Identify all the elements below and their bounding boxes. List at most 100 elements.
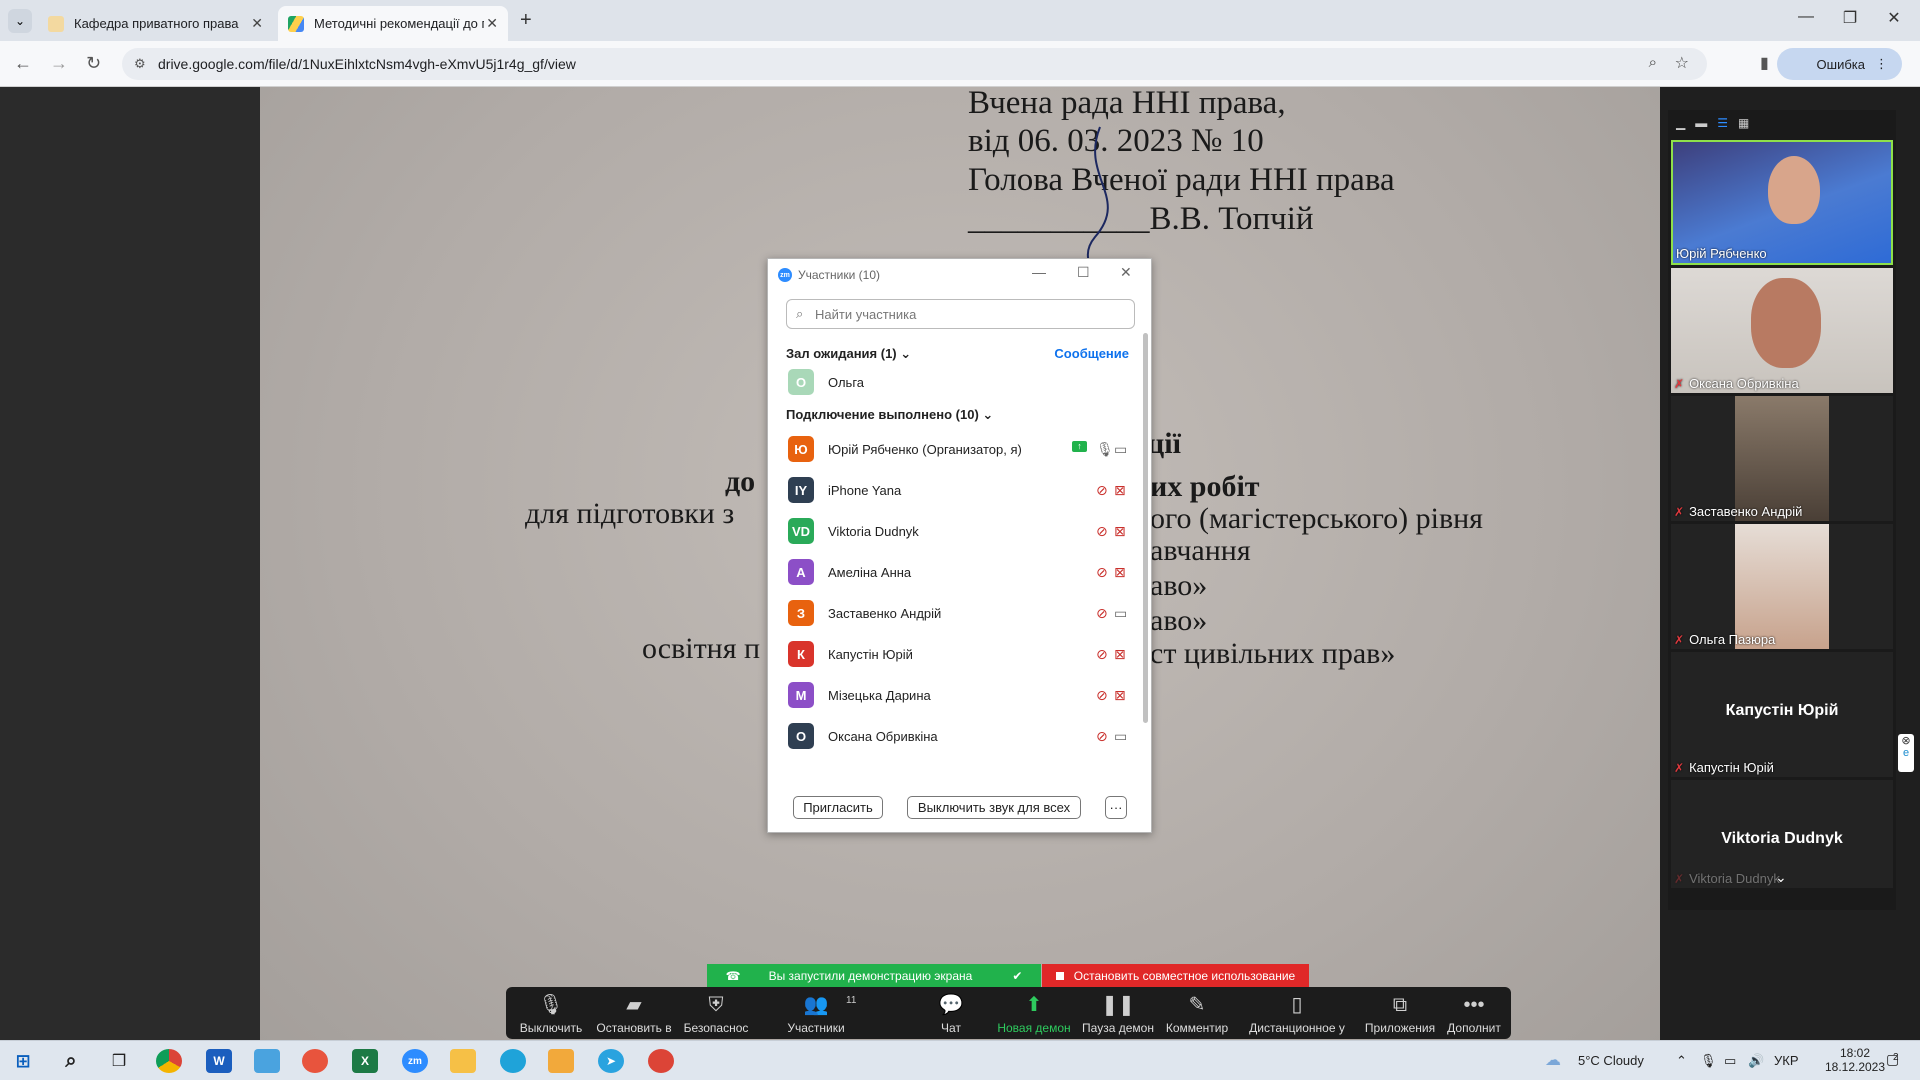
mic-muted-icon[interactable]: ⊘ bbox=[1096, 687, 1108, 704]
url-field[interactable]: ⚙ drive.google.com/file/d/1NuxEihlxtcNsm… bbox=[122, 48, 1707, 80]
chrome-profile-icon[interactable] bbox=[648, 1049, 674, 1073]
word-icon[interactable]: W bbox=[206, 1049, 232, 1073]
tab-kafedra[interactable]: Кафедра приватного права ✕ bbox=[38, 6, 273, 41]
reload-icon[interactable]: ↻ bbox=[86, 53, 101, 74]
participants-button[interactable]: 👥 Участники bbox=[776, 987, 856, 1039]
dialog-scrollbar[interactable] bbox=[1143, 333, 1148, 723]
chat-button[interactable]: 💬 Чат bbox=[926, 987, 976, 1039]
view-switcher[interactable]: ▁ ▬ ☰ ▦ bbox=[1676, 116, 1749, 130]
mic-muted-icon[interactable]: ⊘ bbox=[1096, 523, 1108, 540]
forward-icon[interactable]: → bbox=[50, 53, 68, 74]
stop-share-button[interactable]: Остановить совместное использование bbox=[1042, 964, 1309, 987]
tray-mic-icon[interactable]: 🎙 bbox=[1700, 1053, 1717, 1069]
pause-share-button[interactable]: ❚❚ Пауза демон bbox=[1080, 987, 1156, 1039]
mic-muted-icon[interactable]: ⊘ bbox=[1096, 605, 1108, 622]
security-button[interactable]: ⛨ Безопаснос bbox=[680, 987, 752, 1039]
participant-row[interactable]: Ю Юрій Рябченко (Организатор, я) ↑ 🎙 ▭ bbox=[788, 434, 1127, 464]
close-icon[interactable]: ✕ bbox=[486, 15, 498, 32]
task-view-icon[interactable]: ❒ bbox=[106, 1049, 132, 1073]
windows-start-icon[interactable]: ⊞ bbox=[10, 1049, 36, 1073]
message-link[interactable]: Сообщение bbox=[1054, 346, 1129, 361]
paint-icon[interactable] bbox=[302, 1049, 328, 1073]
video-tile[interactable]: ✗ Оксана Обривкіна bbox=[1671, 268, 1893, 393]
participant-row[interactable]: К Капустін Юрій ⊘ ⊠ bbox=[788, 639, 1126, 669]
calculator-icon[interactable] bbox=[548, 1049, 574, 1073]
invite-button[interactable]: Пригласить bbox=[793, 796, 883, 819]
network-icon[interactable]: ▭ bbox=[1724, 1053, 1736, 1069]
annotate-button[interactable]: ✎ Комментир bbox=[1162, 987, 1232, 1039]
chevron-down-icon[interactable]: ⌄ bbox=[1775, 869, 1787, 886]
zoom-icon[interactable]: zm bbox=[402, 1049, 428, 1073]
mic-muted-icon[interactable]: ⊘ bbox=[1096, 646, 1108, 663]
more-options-button[interactable]: ··· bbox=[1105, 796, 1127, 819]
mute-all-button[interactable]: Выключить звук для всех bbox=[907, 796, 1081, 819]
window-close-icon[interactable]: ✕ bbox=[1874, 8, 1914, 28]
participant-row[interactable]: VD Viktoria Dudnyk ⊘ ⊠ bbox=[788, 516, 1126, 546]
participant-row[interactable]: IY iPhone Yana ⊘ ⊠ bbox=[788, 475, 1126, 505]
gallery-view-icon[interactable]: ▦ bbox=[1738, 116, 1749, 130]
mic-icon[interactable]: 🎙 bbox=[1096, 441, 1114, 458]
clock[interactable]: 18:02 18.12.2023 bbox=[1820, 1046, 1890, 1074]
tab-search-icon[interactable]: ⌄ bbox=[8, 9, 32, 33]
minimize-icon[interactable]: — bbox=[1786, 8, 1826, 26]
connected-header[interactable]: Подключение выполнено (10) ⌄ bbox=[786, 407, 993, 423]
more-button[interactable]: ••• Дополнит bbox=[1442, 987, 1506, 1039]
camera-icon[interactable]: ▭ bbox=[1114, 728, 1127, 745]
video-tile[interactable]: ✗ Ольга Пазюра bbox=[1671, 524, 1893, 649]
video-tile[interactable]: Капустін Юрій ✗ Капустін Юрій bbox=[1671, 652, 1893, 777]
participant-row[interactable]: А Амеліна Анна ⊘ ⊠ bbox=[788, 557, 1126, 587]
search-icon[interactable]: ⌕ bbox=[58, 1049, 84, 1073]
mic-muted-icon[interactable]: ⊘ bbox=[1096, 564, 1108, 581]
close-icon[interactable]: ⊗ bbox=[1901, 735, 1910, 747]
minimize-view-icon[interactable]: ▁ bbox=[1676, 116, 1685, 130]
app-icon[interactable] bbox=[254, 1049, 280, 1073]
language-indicator[interactable]: УКР bbox=[1774, 1053, 1799, 1068]
participant-search-input[interactable]: ⌕ Найти участника bbox=[786, 299, 1135, 329]
participant-row[interactable]: О Оксана Обривкіна ⊘ ▭ bbox=[788, 721, 1127, 751]
site-info-icon[interactable]: ⚙ bbox=[134, 56, 146, 72]
participant-row[interactable]: З Заставенко Андрій ⊘ ▭ bbox=[788, 598, 1127, 628]
camera-off-icon[interactable]: ⊠ bbox=[1114, 646, 1126, 663]
participant-row[interactable]: М Мізецька Дарина ⊘ ⊠ bbox=[788, 680, 1126, 710]
camera-off-icon[interactable]: ⊠ bbox=[1114, 523, 1126, 540]
mic-muted-icon[interactable]: ⊘ bbox=[1096, 482, 1108, 499]
waiting-room-header[interactable]: Зал ожидания (1) ⌄ bbox=[786, 346, 911, 362]
edge-icon[interactable] bbox=[500, 1049, 526, 1073]
folder-icon[interactable] bbox=[450, 1049, 476, 1073]
stop-video-button[interactable]: ▰ Остановить в bbox=[590, 987, 678, 1039]
camera-off-icon[interactable]: ⊠ bbox=[1114, 564, 1126, 581]
bookmark-star-icon[interactable]: ☆ bbox=[1675, 53, 1689, 73]
remote-control-button[interactable]: ▯ Дистанционное у bbox=[1242, 987, 1352, 1039]
volume-icon[interactable]: 🔊 bbox=[1748, 1053, 1764, 1069]
close-icon[interactable]: ✕ bbox=[251, 15, 263, 32]
edge-icon[interactable]: e bbox=[1903, 747, 1909, 759]
camera-icon[interactable]: ▭ bbox=[1114, 605, 1127, 622]
speaker-view-icon[interactable]: ☰ bbox=[1717, 116, 1728, 130]
new-share-button[interactable]: ⬆ Новая демон bbox=[992, 987, 1076, 1039]
close-icon[interactable]: ✕ bbox=[1120, 264, 1132, 281]
excel-icon[interactable]: X bbox=[352, 1049, 378, 1073]
mute-button[interactable]: 🎙 Выключить bbox=[514, 987, 588, 1039]
back-icon[interactable]: ← bbox=[14, 53, 32, 74]
error-button[interactable]: Ошибка ⋮ bbox=[1776, 48, 1902, 80]
side-widget[interactable]: ⊗ e bbox=[1898, 734, 1914, 772]
camera-icon[interactable]: ▭ bbox=[1114, 441, 1127, 458]
apps-button[interactable]: ⧉ Приложения bbox=[1360, 987, 1440, 1039]
weather-text[interactable]: 5°C Cloudy bbox=[1578, 1053, 1644, 1068]
video-tile[interactable]: ✗ Заставенко Андрій bbox=[1671, 396, 1893, 521]
mic-muted-icon[interactable]: ⊘ bbox=[1096, 728, 1108, 745]
tab-metodychni[interactable]: Методичні рекомендації до п... ✕ bbox=[278, 6, 508, 41]
video-tile[interactable]: Юрій Рябченко bbox=[1671, 140, 1893, 265]
tray-arrow-icon[interactable]: ⌃ bbox=[1676, 1053, 1687, 1069]
new-tab-icon[interactable]: + bbox=[520, 9, 532, 32]
sidepanel-icon[interactable]: ▮ bbox=[1760, 53, 1769, 73]
video-tile[interactable]: Viktoria Dudnyk ✗ Viktoria Dudnyk ⌄ bbox=[1671, 780, 1893, 888]
zoom-icon[interactable]: ⌕ bbox=[1649, 54, 1657, 71]
camera-off-icon[interactable]: ⊠ bbox=[1114, 687, 1126, 704]
strip-view-icon[interactable]: ▬ bbox=[1695, 116, 1707, 130]
chrome-icon[interactable] bbox=[156, 1049, 182, 1073]
waiting-participant-row[interactable]: О Ольга bbox=[788, 367, 1123, 397]
minimize-icon[interactable]: — bbox=[1032, 264, 1046, 280]
telegram-icon[interactable]: ➤ bbox=[598, 1049, 624, 1073]
camera-off-icon[interactable]: ⊠ bbox=[1114, 482, 1126, 499]
